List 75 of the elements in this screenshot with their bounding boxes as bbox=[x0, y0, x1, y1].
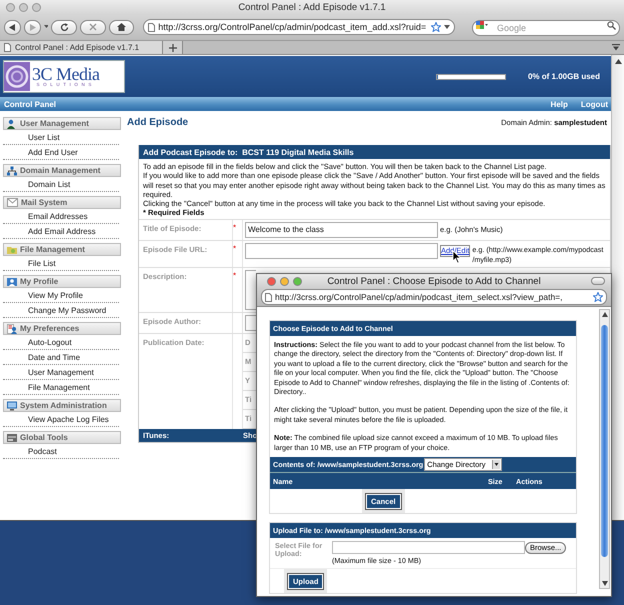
section-title: Global Tools bbox=[20, 433, 68, 442]
search-icon[interactable] bbox=[607, 21, 616, 30]
envelope-icon bbox=[7, 198, 18, 207]
menu-link[interactable]: View Apache Log Files bbox=[3, 412, 119, 427]
logo-text: 3C Media bbox=[32, 66, 100, 82]
form-heading: Add Podcast Episode to: BCST 119 Digital Media Skills bbox=[139, 145, 610, 159]
star-icon[interactable] bbox=[431, 22, 442, 32]
tab-menu-icon[interactable] bbox=[612, 44, 620, 51]
swirl-icon bbox=[4, 62, 30, 91]
section-title: My Profile bbox=[20, 277, 58, 286]
menu-link[interactable]: Podcast bbox=[3, 444, 119, 459]
scroll-bar[interactable] bbox=[599, 309, 610, 589]
forward-arrow-icon bbox=[28, 24, 36, 30]
file-field[interactable] bbox=[332, 541, 525, 554]
menu-link[interactable]: User List bbox=[3, 130, 119, 145]
close-icon bbox=[88, 23, 97, 31]
section-title: User Management bbox=[20, 119, 89, 128]
back-arrow-icon bbox=[8, 24, 16, 30]
url-field[interactable] bbox=[245, 242, 438, 259]
network-icon bbox=[7, 166, 17, 176]
menu-link[interactable]: Change My Password bbox=[3, 303, 119, 318]
section-title: My Preferences bbox=[20, 324, 80, 333]
back-button[interactable] bbox=[4, 20, 21, 34]
home-icon bbox=[116, 23, 126, 31]
window-title: Control Panel : Add Episode v1.7.1 bbox=[238, 2, 386, 12]
storage-label: 0% of 1.00GB used bbox=[528, 72, 600, 81]
menu-link[interactable]: Add Email Address bbox=[3, 224, 119, 239]
window-title: Control Panel : Choose Episode to Add to Channel bbox=[327, 276, 541, 286]
browser-tab[interactable]: Control Panel : Add Episode v1.7.1 bbox=[0, 41, 163, 54]
dropdown-icon[interactable] bbox=[44, 25, 48, 29]
monitor-icon bbox=[7, 400, 17, 410]
text-field[interactable]: Welcome to the class bbox=[245, 222, 438, 238]
address-field[interactable]: http://3crss.org/ControlPanel/cp/admin/podcast_item_select.xsl?view_path=, bbox=[261, 289, 607, 305]
nav-link[interactable]: Logout bbox=[580, 100, 608, 108]
users-icon bbox=[7, 118, 17, 128]
section-title: System Administration bbox=[20, 401, 107, 410]
scroll-bar[interactable] bbox=[611, 55, 624, 520]
page-title: Add Episode bbox=[127, 117, 188, 128]
required-mark: * bbox=[233, 270, 236, 280]
page-icon bbox=[148, 22, 156, 32]
reload-button[interactable] bbox=[51, 20, 78, 34]
menu-link[interactable]: Add End User bbox=[3, 145, 119, 160]
caret-icon bbox=[492, 460, 500, 470]
menu-link[interactable]: File Management bbox=[3, 380, 119, 395]
menu-link[interactable]: File List bbox=[3, 256, 119, 271]
new-tab-button[interactable] bbox=[163, 41, 183, 54]
text-field[interactable] bbox=[245, 314, 256, 331]
toolbox-icon bbox=[7, 432, 17, 442]
section-title: Domain Management bbox=[20, 166, 100, 175]
menu-link[interactable]: Domain List bbox=[3, 177, 119, 192]
required-mark: * bbox=[233, 222, 236, 232]
menu-link[interactable]: Auto-Logout bbox=[3, 335, 119, 350]
search-field[interactable]: Google bbox=[472, 20, 620, 36]
nav-title: Control Panel bbox=[4, 100, 56, 108]
home-button[interactable] bbox=[108, 20, 134, 34]
reload-icon bbox=[60, 22, 69, 32]
plus-icon bbox=[168, 44, 176, 52]
menu-link[interactable]: Email Addresses bbox=[3, 209, 119, 224]
preferences-icon bbox=[7, 324, 17, 334]
profile-icon bbox=[7, 276, 17, 286]
section-title: Mail System bbox=[21, 198, 68, 207]
required-mark: * bbox=[233, 244, 236, 253]
search-engine-icon[interactable] bbox=[476, 21, 488, 30]
nav-link[interactable]: Help bbox=[550, 100, 568, 108]
page-icon bbox=[4, 43, 11, 52]
menu-link[interactable]: Date and Time bbox=[3, 350, 119, 365]
toolbar-toggle-button[interactable] bbox=[591, 277, 605, 285]
star-icon[interactable] bbox=[593, 292, 603, 302]
menu-link[interactable]: View My Profile bbox=[3, 288, 119, 303]
dropdown-icon[interactable] bbox=[444, 25, 450, 29]
address-field[interactable]: http://3crss.org/ControlPanel/cp/admin/podcast_item_add.xsl?ruid= bbox=[143, 19, 456, 35]
section-title: File Management bbox=[20, 245, 85, 254]
folder-icon bbox=[7, 244, 17, 254]
menu-link[interactable]: User Management bbox=[3, 365, 119, 380]
page-icon bbox=[265, 292, 272, 302]
